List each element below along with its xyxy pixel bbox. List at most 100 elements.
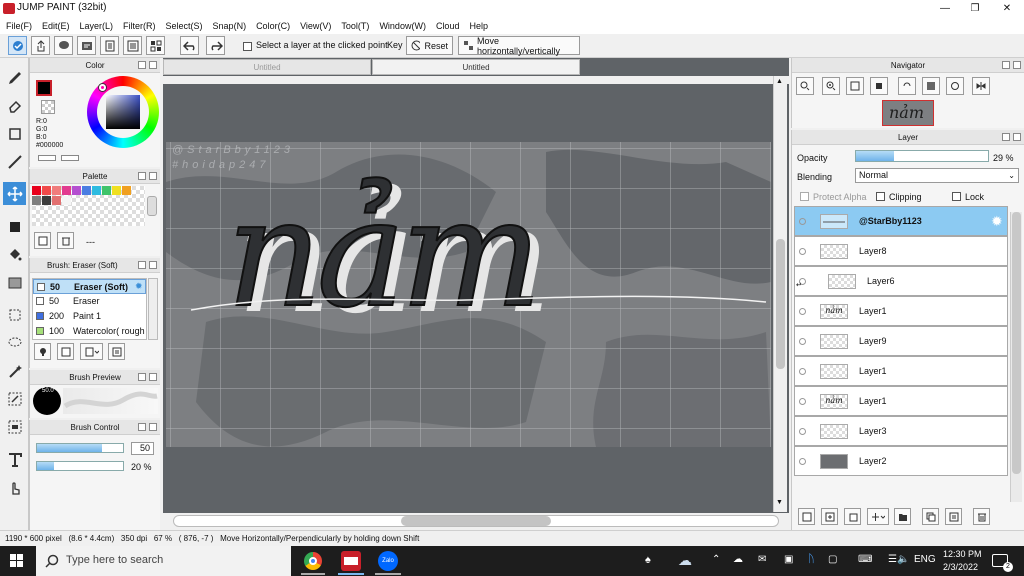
delete-layer-button[interactable] (973, 508, 990, 525)
layer-row[interactable]: Layer1 (794, 356, 1008, 386)
menu-view[interactable]: View(V) (300, 21, 331, 31)
rectangle-tool[interactable] (3, 122, 26, 145)
wifi-icon[interactable]: ☰ (888, 554, 897, 565)
comment-button[interactable] (54, 36, 73, 55)
copy-layer-button[interactable] (922, 508, 939, 525)
battery-icon[interactable]: ▣ (784, 554, 793, 565)
lasso-tool[interactable] (3, 331, 26, 354)
layer-row[interactable]: Layer9 (794, 326, 1008, 356)
hue-cursor[interactable] (99, 84, 106, 91)
panel-float-icon[interactable] (138, 172, 146, 180)
palette-swatch[interactable] (52, 196, 61, 205)
list-button[interactable] (123, 36, 142, 55)
pen-tool[interactable] (3, 66, 26, 89)
hand-tool[interactable] (3, 476, 26, 499)
text-tool[interactable] (3, 448, 26, 471)
brush-item[interactable]: 200 Paint 1 (33, 309, 146, 324)
clipping-checkbox[interactable] (876, 192, 885, 201)
palette-swatch[interactable] (122, 186, 131, 195)
blending-select[interactable]: Normal ⌄ (855, 168, 1019, 183)
reset-rotation-button[interactable] (922, 77, 940, 95)
palette-new-button[interactable] (34, 232, 51, 249)
palette-swatch[interactable] (42, 196, 51, 205)
brush-item[interactable]: 50 Eraser (33, 294, 146, 309)
share-button[interactable] (31, 36, 50, 55)
menu-edit[interactable]: Edit(E) (42, 21, 70, 31)
panel-close-icon[interactable] (149, 423, 157, 431)
chrome-icon[interactable] (304, 552, 322, 570)
select-eraser-tool[interactable] (3, 415, 26, 438)
panel-float-icon[interactable] (138, 61, 146, 69)
bluetooth-icon[interactable]: ᚢ (808, 553, 815, 565)
visibility-eye-icon[interactable] (799, 368, 806, 375)
gradient-tool[interactable] (3, 271, 26, 294)
minimize-button[interactable]: — (930, 0, 960, 17)
brush-item[interactable]: 50 Eraser (Soft) ✹ (33, 279, 146, 294)
language-indicator[interactable]: ENG (914, 554, 936, 565)
flip-button[interactable] (972, 77, 990, 95)
brush-size-slider[interactable] (36, 443, 124, 453)
protect-alpha-checkbox[interactable] (800, 192, 809, 201)
layer-row[interactable]: nảm Layer1 (794, 386, 1008, 416)
panel-float-icon[interactable] (1002, 61, 1010, 69)
horizontal-scrollbar[interactable] (163, 513, 789, 530)
palette-swatch[interactable] (72, 186, 81, 195)
palette-swatch[interactable] (112, 186, 121, 195)
layer-list-scrollbar[interactable] (1010, 212, 1022, 502)
cloud-storage-icon[interactable]: ☁ (733, 554, 743, 565)
new-layer-button[interactable] (798, 508, 815, 525)
vertical-scrollbar[interactable]: ▲ ▼ (773, 76, 787, 512)
select-pen-tool[interactable] (3, 387, 26, 410)
tab-untitled-1[interactable]: Untitled (163, 59, 371, 75)
duplicate-layer-button[interactable] (844, 508, 861, 525)
fill-rect-tool[interactable] (3, 215, 26, 238)
cloud-sync-button[interactable] (8, 36, 27, 55)
undo-button[interactable] (180, 36, 199, 55)
palette-swatch[interactable] (32, 186, 41, 195)
layer-row[interactable]: Layer3 (794, 416, 1008, 446)
zoom-in-button[interactable] (822, 77, 840, 95)
display-icon[interactable]: ▢ (828, 554, 837, 565)
chevron-up-icon[interactable]: ⌃ (712, 554, 720, 565)
hue-wheel[interactable] (87, 76, 159, 148)
tab-untitled-2[interactable]: Untitled (372, 59, 580, 75)
menu-select[interactable]: Select(S) (166, 21, 203, 31)
brush-add-button[interactable] (34, 343, 51, 360)
lock-checkbox[interactable] (952, 192, 961, 201)
menu-help[interactable]: Help (469, 21, 488, 31)
visibility-eye-icon[interactable] (799, 458, 806, 465)
panel-close-icon[interactable] (1013, 61, 1021, 69)
volume-icon[interactable]: 🔈 (897, 554, 909, 565)
vertical-scroll-thumb[interactable] (776, 239, 785, 369)
layer-opacity-slider[interactable] (855, 150, 989, 162)
panel-close-icon[interactable] (149, 373, 157, 381)
scroll-up-icon[interactable]: ▲ (776, 78, 783, 85)
artwork-canvas[interactable]: @StarBby1123 #hoidap247 nảm nảm (166, 142, 771, 447)
visibility-eye-icon[interactable] (799, 428, 806, 435)
palette-scrollbar[interactable] (147, 196, 157, 216)
brush-new-button[interactable] (57, 343, 74, 360)
menu-window[interactable]: Window(W) (379, 21, 426, 31)
clock-time[interactable]: 12:30 PM (943, 549, 982, 559)
start-button[interactable] (10, 554, 24, 568)
magic-wand-tool[interactable] (3, 359, 26, 382)
bucket-tool[interactable] (3, 242, 26, 265)
visibility-eye-icon[interactable] (799, 398, 806, 405)
layer-row[interactable]: @StarBby1123 ✹ (794, 206, 1008, 236)
primary-color-swatch[interactable] (36, 80, 52, 96)
select-layer-checkbox[interactable] (243, 42, 252, 51)
weather-cloud-icon[interactable]: ☁ (678, 552, 692, 569)
panel-float-icon[interactable] (138, 261, 146, 269)
brush-item[interactable]: 100 Watercolor( rough (33, 324, 146, 339)
redo-button[interactable] (206, 36, 225, 55)
document-button[interactable] (100, 36, 119, 55)
palette-swatch[interactable] (102, 186, 111, 195)
visibility-eye-icon[interactable] (799, 338, 806, 345)
eraser-tool[interactable] (3, 94, 26, 117)
layer-row[interactable]: Layer8 (794, 236, 1008, 266)
panel-float-icon[interactable] (1002, 133, 1010, 141)
menu-snap[interactable]: Snap(N) (213, 21, 247, 31)
visibility-eye-icon[interactable] (799, 248, 806, 255)
rotate-right-button[interactable] (946, 77, 964, 95)
panel-close-icon[interactable] (1013, 133, 1021, 141)
